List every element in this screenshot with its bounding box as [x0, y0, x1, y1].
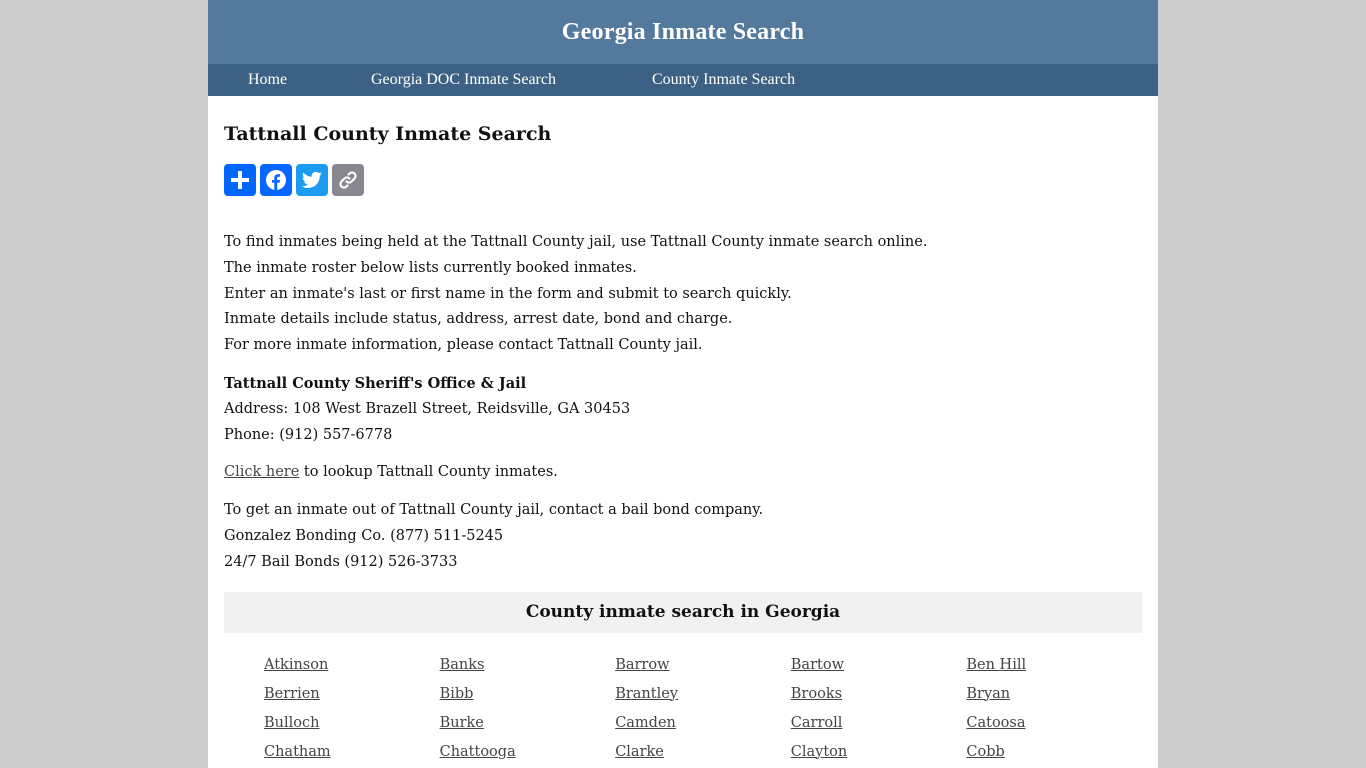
- intro-line: Enter an inmate's last or first name in …: [224, 285, 792, 302]
- copy-link-button[interactable]: [332, 164, 364, 196]
- main-content: Tattnall County Inmate Search To find in…: [208, 122, 1158, 767]
- lookup-paragraph: Click here to lookup Tattnall County inm…: [224, 460, 1142, 486]
- nav-home[interactable]: Home: [248, 70, 287, 90]
- county-link[interactable]: Bulloch: [264, 709, 319, 738]
- plus-icon: [231, 171, 249, 189]
- intro-paragraph: To find inmates being held at the Tattna…: [224, 230, 1142, 359]
- county-link[interactable]: Carroll: [791, 709, 843, 738]
- office-address: Address: 108 West Brazell Street, Reidsv…: [224, 400, 631, 417]
- site-header: Georgia Inmate Search: [208, 0, 1158, 64]
- county-link[interactable]: Camden: [615, 709, 676, 738]
- link-icon: [339, 171, 357, 189]
- county-link[interactable]: Atkinson: [264, 651, 328, 680]
- county-link[interactable]: Bartow: [791, 651, 844, 680]
- county-link[interactable]: Chattooga: [440, 738, 516, 767]
- office-phone: Phone: (912) 557-6778: [224, 426, 393, 443]
- county-link[interactable]: Burke: [440, 709, 484, 738]
- bail-company: 24/7 Bail Bonds (912) 526-3733: [224, 553, 458, 570]
- page-container: Georgia Inmate Search Home Georgia DOC I…: [208, 0, 1158, 768]
- bail-company: Gonzalez Bonding Co. (877) 511-5245: [224, 527, 504, 544]
- county-link[interactable]: Barrow: [615, 651, 669, 680]
- intro-line: For more inmate information, please cont…: [224, 337, 703, 354]
- share-button[interactable]: [224, 164, 256, 196]
- facebook-icon: [266, 170, 286, 190]
- county-link[interactable]: Cobb: [966, 738, 1004, 767]
- nav-county-inmate-search[interactable]: County Inmate Search: [652, 70, 795, 90]
- lookup-link[interactable]: Click here: [224, 464, 299, 480]
- county-link[interactable]: Catoosa: [966, 709, 1025, 738]
- county-link[interactable]: Chatham: [264, 738, 331, 767]
- twitter-share-button[interactable]: [296, 164, 328, 196]
- county-link[interactable]: Clarke: [615, 738, 664, 767]
- county-link[interactable]: Bibb: [440, 680, 474, 709]
- bail-info: To get an inmate out of Tattnall County …: [224, 498, 1142, 575]
- main-nav: Home Georgia DOC Inmate Search County In…: [208, 64, 1158, 96]
- nav-georgia-doc-inmate-search[interactable]: Georgia DOC Inmate Search: [371, 70, 556, 90]
- county-link[interactable]: Bryan: [966, 680, 1010, 709]
- intro-line: The inmate roster below lists currently …: [224, 259, 637, 276]
- county-section-title: County inmate search in Georgia: [525, 602, 841, 623]
- county-link-grid: Atkinson Banks Barrow Bartow Ben Hill Be…: [224, 651, 1142, 767]
- county-link[interactable]: Brooks: [791, 680, 842, 709]
- county-link[interactable]: Ben Hill: [966, 651, 1026, 680]
- page-title: Tattnall County Inmate Search: [224, 123, 552, 145]
- site-title: Georgia Inmate Search: [561, 18, 805, 45]
- intro-line: To find inmates being held at the Tattna…: [224, 234, 928, 250]
- county-link[interactable]: Banks: [440, 651, 485, 680]
- twitter-icon: [301, 171, 322, 188]
- county-section-header: County inmate search in Georgia: [224, 591, 1142, 633]
- intro-line: Inmate details include status, address, …: [224, 311, 733, 328]
- bail-intro: To get an inmate out of Tattnall County …: [224, 502, 764, 519]
- lookup-text: to lookup Tattnall County inmates.: [299, 464, 558, 481]
- county-link[interactable]: Brantley: [615, 680, 678, 709]
- share-buttons: [224, 164, 1142, 196]
- office-info: Tattnall County Sheriff's Office & Jail …: [224, 371, 1142, 448]
- facebook-share-button[interactable]: [260, 164, 292, 196]
- office-name: Tattnall County Sheriff's Office & Jail: [224, 374, 527, 392]
- county-link[interactable]: Berrien: [264, 680, 320, 709]
- county-link[interactable]: Clayton: [791, 738, 847, 767]
